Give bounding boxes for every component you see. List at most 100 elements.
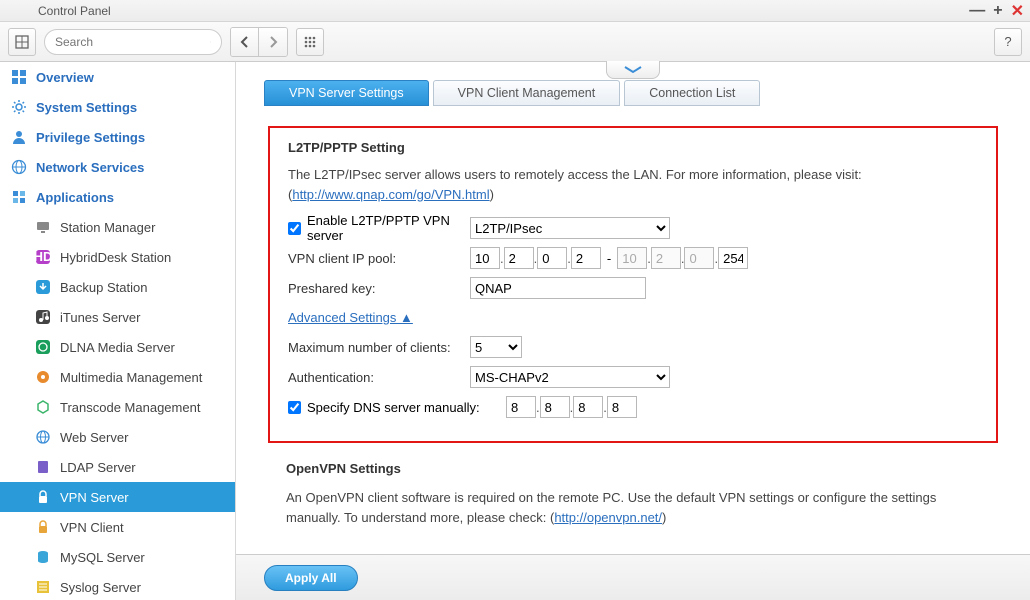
sidebar-cat-system[interactable]: System Settings	[0, 92, 235, 122]
sidebar-item-label: MySQL Server	[60, 550, 145, 565]
sidebar-item-backup[interactable]: Backup Station	[0, 272, 235, 302]
search-icon	[210, 35, 211, 49]
sidebar-cat-privilege[interactable]: Privilege Settings	[0, 122, 235, 152]
sidebar-item-mysql[interactable]: MySQL Server	[0, 542, 235, 572]
ip-start-1[interactable]	[470, 247, 500, 269]
sidebar-cat-network[interactable]: Network Services	[0, 152, 235, 182]
overview-icon	[10, 68, 28, 86]
content-pane: VPN Server Settings VPN Client Managemen…	[236, 62, 1030, 600]
search-box[interactable]	[44, 29, 222, 55]
protocol-select[interactable]: L2TP/IPsec	[470, 217, 670, 239]
ip-end-1	[617, 247, 647, 269]
nav-back-button[interactable]	[231, 28, 259, 56]
maximize-button[interactable]: +	[993, 2, 1002, 20]
chevron-down-icon	[622, 65, 644, 75]
advanced-settings-toggle[interactable]: Advanced Settings ▲	[288, 310, 413, 325]
sidebar-item-hybriddesk[interactable]: HD HybridDesk Station	[0, 242, 235, 272]
sidebar-item-itunes[interactable]: iTunes Server	[0, 302, 235, 332]
sidebar-item-label: iTunes Server	[60, 310, 140, 325]
sidebar: Overview System Settings Privilege Setti…	[0, 62, 236, 600]
l2tp-description: The L2TP/IPsec server allows users to re…	[288, 165, 978, 204]
auth-select[interactable]: MS-CHAPv2	[470, 366, 670, 388]
ip-start-3[interactable]	[537, 247, 567, 269]
nav-forward-button[interactable]	[259, 28, 287, 56]
transcode-icon	[34, 398, 52, 416]
dns-1[interactable]	[506, 396, 536, 418]
sidebar-cat-overview[interactable]: Overview	[0, 62, 235, 92]
sidebar-item-station-manager[interactable]: Station Manager	[0, 212, 235, 242]
sidebar-item-label: HybridDesk Station	[60, 250, 171, 265]
enable-l2tp-checkbox[interactable]	[288, 222, 301, 235]
sidebar-item-label: LDAP Server	[60, 460, 136, 475]
sidebar-item-label: Transcode Management	[60, 400, 200, 415]
l2tp-title: L2TP/PPTP Setting	[288, 140, 978, 155]
dns-3[interactable]	[573, 396, 603, 418]
tab-vpn-client-management[interactable]: VPN Client Management	[433, 80, 621, 106]
sidebar-item-syslog[interactable]: Syslog Server	[0, 572, 235, 600]
sidebar-cat-applications[interactable]: Applications	[0, 182, 235, 212]
psk-label: Preshared key:	[288, 281, 470, 296]
sidebar-item-dlna[interactable]: DLNA Media Server	[0, 332, 235, 362]
sidebar-item-transcode[interactable]: Transcode Management	[0, 392, 235, 422]
apps-icon	[10, 188, 28, 206]
help-button[interactable]: ?	[994, 28, 1022, 56]
apps-grid-button[interactable]	[296, 28, 324, 56]
itunes-icon	[34, 308, 52, 326]
max-clients-select[interactable]: 5	[470, 336, 522, 358]
sidebar-item-vpn-client[interactable]: VPN Client	[0, 512, 235, 542]
search-input[interactable]	[55, 35, 210, 49]
backup-icon	[34, 278, 52, 296]
l2tp-info-link[interactable]: http://www.qnap.com/go/VPN.html	[292, 187, 489, 202]
svg-text:HD: HD	[35, 249, 51, 264]
vpn-client-icon	[34, 518, 52, 536]
vpn-server-icon	[34, 488, 52, 506]
sidebar-item-label: Web Server	[60, 430, 128, 445]
close-button[interactable]: ✕	[1011, 1, 1024, 21]
user-icon	[10, 128, 28, 146]
dlna-icon	[34, 338, 52, 356]
sidebar-label: Privilege Settings	[36, 130, 145, 145]
web-icon	[34, 428, 52, 446]
dns-2[interactable]	[540, 396, 570, 418]
openvpn-description: An OpenVPN client software is required o…	[286, 488, 980, 527]
sidebar-label: System Settings	[36, 100, 137, 115]
menu-grid-button[interactable]	[8, 28, 36, 56]
sidebar-item-multimedia[interactable]: Multimedia Management	[0, 362, 235, 392]
apply-all-button[interactable]: Apply All	[264, 565, 358, 591]
toolbar: ?	[0, 22, 1030, 62]
minimize-button[interactable]: —	[969, 2, 985, 20]
tab-vpn-server-settings[interactable]: VPN Server Settings	[264, 80, 429, 106]
sidebar-item-vpn-server[interactable]: VPN Server	[0, 482, 235, 512]
multimedia-icon	[34, 368, 52, 386]
ip-pool-label: VPN client IP pool:	[288, 251, 470, 266]
sidebar-item-label: DLNA Media Server	[60, 340, 175, 355]
sidebar-item-label: Syslog Server	[60, 580, 141, 595]
ip-end-2	[651, 247, 681, 269]
sidebar-item-webserver[interactable]: Web Server	[0, 422, 235, 452]
openvpn-title: OpenVPN Settings	[286, 461, 980, 476]
dns-4[interactable]	[607, 396, 637, 418]
psk-input[interactable]	[470, 277, 646, 299]
openvpn-settings-section: OpenVPN Settings An OpenVPN client softw…	[286, 461, 980, 527]
gear-icon	[10, 98, 28, 116]
collapse-handle[interactable]	[606, 61, 660, 79]
dns-manual-checkbox[interactable]	[288, 401, 301, 414]
globe-icon	[10, 158, 28, 176]
ip-end-4[interactable]	[718, 247, 748, 269]
sidebar-item-ldap[interactable]: LDAP Server	[0, 452, 235, 482]
ldap-icon	[34, 458, 52, 476]
sidebar-item-label: VPN Client	[60, 520, 124, 535]
station-icon	[34, 218, 52, 236]
ip-start-4[interactable]	[571, 247, 601, 269]
sidebar-label: Overview	[36, 70, 94, 85]
openvpn-link[interactable]: http://openvpn.net/	[554, 510, 662, 525]
sidebar-item-label: VPN Server	[60, 490, 129, 505]
dns-label: Specify DNS server manually:	[307, 400, 480, 415]
syslog-icon	[34, 578, 52, 596]
titlebar: Control Panel — + ✕	[0, 0, 1030, 22]
sidebar-item-label: Station Manager	[60, 220, 155, 235]
mysql-icon	[34, 548, 52, 566]
tab-connection-list[interactable]: Connection List	[624, 80, 760, 106]
ip-start-2[interactable]	[504, 247, 534, 269]
window-title: Control Panel	[38, 4, 111, 18]
